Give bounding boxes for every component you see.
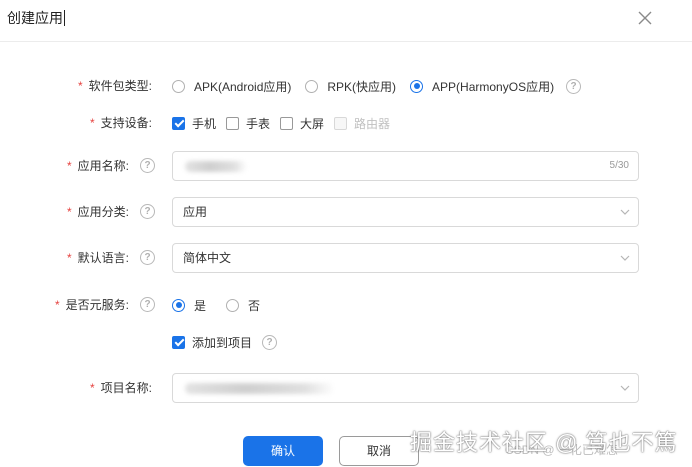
checkbox-icon: [226, 116, 240, 130]
app-category-row: * 应用分类: ? 应用: [0, 197, 692, 227]
close-icon: [638, 11, 652, 25]
package-type-row: * 软件包类型: APK(Android应用) RPK(快应用) APP(Harm…: [0, 71, 692, 101]
help-icon[interactable]: ?: [262, 334, 278, 350]
redacted-value: [185, 383, 335, 394]
device-option-phone[interactable]: 手机: [172, 115, 216, 132]
package-type-option-apk[interactable]: APK(Android应用): [172, 78, 291, 95]
checkbox-disabled-icon: [334, 116, 348, 130]
required-mark: *: [89, 381, 95, 395]
devices-options: 手机 手表 大屏 路由器: [172, 108, 404, 138]
app-name-input[interactable]: 5/30: [172, 151, 639, 181]
required-mark: *: [66, 205, 72, 219]
package-type-option-app[interactable]: APP(HarmonyOS应用): [410, 78, 554, 95]
checkbox-checked-icon: [172, 335, 185, 349]
required-mark: *: [54, 298, 60, 312]
devices-label: * 支持设备:: [90, 108, 152, 138]
package-type-option-rpk[interactable]: RPK(快应用): [305, 78, 396, 95]
option-label: 手机: [192, 116, 217, 131]
required-mark: *: [66, 251, 72, 265]
project-name-row: * 项目名称:: [0, 373, 692, 403]
help-icon[interactable]: ?: [140, 250, 155, 265]
redacted-value: [185, 161, 247, 172]
help-icon[interactable]: ?: [566, 78, 582, 94]
text-caret: [64, 10, 65, 26]
device-option-router: 路由器: [334, 115, 390, 132]
meta-service-label: * 是否元服务:: [55, 290, 129, 320]
device-option-watch[interactable]: 手表: [226, 115, 270, 132]
required-mark: *: [89, 116, 95, 130]
option-label: 添加到项目: [192, 335, 253, 350]
package-type-options: APK(Android应用) RPK(快应用) APP(HarmonyOS应用)…: [172, 71, 582, 101]
radio-icon: [305, 79, 319, 93]
project-name-label: * 项目名称:: [90, 373, 152, 403]
project-name-select[interactable]: [172, 373, 639, 403]
checkbox-checked-icon: [172, 116, 185, 130]
meta-service-option-no[interactable]: 否: [226, 297, 260, 314]
cancel-button[interactable]: 取消: [339, 436, 419, 466]
dialog-title-text: 创建应用: [7, 10, 63, 26]
selected-value: 简体中文: [183, 251, 232, 265]
required-mark: *: [66, 159, 72, 173]
chevron-down-icon: [620, 255, 630, 261]
meta-service-row: * 是否元服务: ? 是 否: [0, 290, 692, 320]
meta-service-label-text: 是否元服务:: [65, 298, 129, 312]
option-label: 路由器: [354, 116, 391, 131]
required-mark: *: [77, 79, 83, 93]
app-name-label: * 应用名称:: [67, 151, 129, 181]
confirm-button[interactable]: 确认: [243, 436, 323, 466]
selected-value: 应用: [183, 205, 208, 219]
meta-service-option-yes[interactable]: 是: [172, 297, 206, 314]
package-type-label-text: 软件包类型:: [88, 79, 152, 93]
app-name-label-text: 应用名称:: [77, 159, 129, 173]
project-name-label-text: 项目名称:: [100, 381, 152, 395]
chevron-down-icon: [620, 385, 630, 391]
header-divider: [0, 41, 692, 42]
option-label: 大屏: [300, 116, 325, 131]
radio-selected-icon: [172, 298, 185, 312]
checkbox-icon: [280, 116, 294, 130]
devices-row: * 支持设备: 手机 手表 大屏 路由器: [0, 108, 692, 138]
add-to-project-row: 添加到项目 ?: [0, 327, 692, 357]
add-to-project-group: 添加到项目 ?: [172, 327, 278, 357]
meta-service-options: 是 否: [172, 290, 274, 320]
option-label: 否: [248, 298, 261, 313]
radio-icon: [226, 298, 240, 312]
device-option-tv[interactable]: 大屏: [280, 115, 324, 132]
default-language-select[interactable]: 简体中文: [172, 243, 639, 273]
char-counter: 5/30: [609, 160, 629, 171]
app-category-label-text: 应用分类:: [77, 205, 129, 219]
option-label: APP(HarmonyOS应用): [432, 79, 555, 94]
app-name-row: * 应用名称: ? 5/30: [0, 151, 692, 181]
option-label: APK(Android应用): [194, 79, 292, 94]
app-category-select[interactable]: 应用: [172, 197, 639, 227]
default-language-row: * 默认语言: ? 简体中文: [0, 243, 692, 273]
radio-icon: [172, 79, 185, 93]
option-label: 是: [194, 298, 207, 313]
default-language-label: * 默认语言:: [67, 243, 129, 273]
app-category-label: * 应用分类:: [67, 197, 129, 227]
add-to-project-checkbox[interactable]: 添加到项目: [172, 334, 252, 351]
option-label: RPK(快应用): [327, 79, 397, 94]
dialog-title: 创建应用: [7, 8, 65, 28]
close-button[interactable]: [635, 8, 655, 28]
help-icon[interactable]: ?: [140, 204, 155, 219]
default-language-label-text: 默认语言:: [77, 251, 129, 265]
radio-selected-icon: [410, 79, 424, 93]
option-label: 手表: [246, 116, 271, 131]
help-icon[interactable]: ?: [140, 158, 155, 173]
package-type-label: * 软件包类型:: [78, 71, 152, 101]
help-icon[interactable]: ?: [140, 297, 155, 312]
devices-label-text: 支持设备:: [100, 116, 152, 130]
watermark: 掘金技术社区 @ 笃也不篤: [410, 430, 678, 455]
chevron-down-icon: [620, 209, 630, 215]
